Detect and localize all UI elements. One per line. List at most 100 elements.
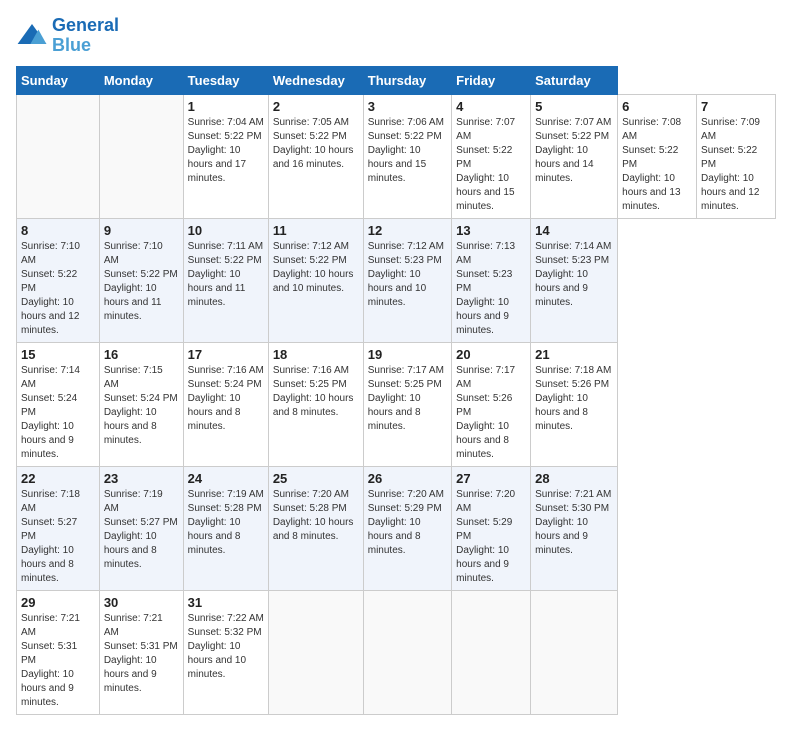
day-info: Sunrise: 7:16 AMSunset: 5:24 PMDaylight:…	[188, 364, 264, 434]
weekday-header-wednesday: Wednesday	[268, 66, 363, 94]
day-info: Sunrise: 7:08 AMSunset: 5:22 PMDaylight:…	[622, 116, 692, 214]
day-info: Sunrise: 7:14 AMSunset: 5:24 PMDaylight:…	[21, 364, 95, 462]
calendar-day-4: 4Sunrise: 7:07 AMSunset: 5:22 PMDaylight…	[452, 94, 531, 218]
calendar-day-30: 30Sunrise: 7:21 AMSunset: 5:31 PMDayligh…	[99, 590, 183, 714]
day-number: 20	[456, 347, 526, 362]
calendar-day-9: 9Sunrise: 7:10 AMSunset: 5:22 PMDaylight…	[99, 218, 183, 342]
calendar-table: SundayMondayTuesdayWednesdayThursdayFrid…	[16, 66, 776, 715]
calendar-day-21: 21 Sunrise: 7:18 AMSunset: 5:26 PMDayligh…	[531, 342, 618, 466]
weekday-header-thursday: Thursday	[363, 66, 451, 94]
day-info: Sunrise: 7:12 AMSunset: 5:23 PMDaylight:…	[368, 240, 447, 310]
day-number: 11	[273, 223, 359, 238]
calendar-day-1: 1 Sunrise: 7:04 AMSunset: 5:22 PMDaylight…	[183, 94, 268, 218]
day-number: 17	[188, 347, 264, 362]
day-number: 14	[535, 223, 613, 238]
calendar-day-2: 2 Sunrise: 7:05 AMSunset: 5:22 PMDaylight…	[268, 94, 363, 218]
calendar-day-23: 23 Sunrise: 7:19 AMSunset: 5:27 PMDayligh…	[99, 466, 183, 590]
calendar-day-29: 29 Sunrise: 7:21 AMSunset: 5:31 PMDayligh…	[17, 590, 100, 714]
day-info: Sunrise: 7:14 AMSunset: 5:23 PMDaylight:…	[535, 240, 613, 310]
day-number: 8	[21, 223, 95, 238]
day-info: Sunrise: 7:04 AMSunset: 5:22 PMDaylight:…	[188, 116, 264, 186]
calendar-day-22: 22Sunrise: 7:18 AMSunset: 5:27 PMDayligh…	[17, 466, 100, 590]
day-number: 5	[535, 99, 613, 114]
calendar-empty-cell	[452, 590, 531, 714]
calendar-week-2: 8 Sunrise: 7:10 AMSunset: 5:22 PMDaylight…	[17, 218, 776, 342]
day-info: Sunrise: 7:19 AMSunset: 5:28 PMDaylight:…	[188, 488, 264, 558]
calendar-day-11: 11 Sunrise: 7:12 AMSunset: 5:22 PMDayligh…	[268, 218, 363, 342]
weekday-header-saturday: Saturday	[531, 66, 618, 94]
day-info: Sunrise: 7:19 AMSunset: 5:27 PMDaylight:…	[104, 488, 179, 572]
day-info: Sunrise: 7:20 AMSunset: 5:29 PMDaylight:…	[368, 488, 447, 558]
day-info: Sunrise: 7:17 AMSunset: 5:25 PMDaylight:…	[368, 364, 447, 434]
calendar-week-5: 29 Sunrise: 7:21 AMSunset: 5:31 PMDayligh…	[17, 590, 776, 714]
day-number: 16	[104, 347, 179, 362]
calendar-day-10: 10 Sunrise: 7:11 AMSunset: 5:22 PMDayligh…	[183, 218, 268, 342]
calendar-week-1: 1 Sunrise: 7:04 AMSunset: 5:22 PMDaylight…	[17, 94, 776, 218]
day-number: 25	[273, 471, 359, 486]
day-info: Sunrise: 7:09 AMSunset: 5:22 PMDaylight:…	[701, 116, 771, 214]
calendar-empty-cell	[531, 590, 618, 714]
day-number: 26	[368, 471, 447, 486]
calendar-day-26: 26 Sunrise: 7:20 AMSunset: 5:29 PMDayligh…	[363, 466, 451, 590]
day-info: Sunrise: 7:21 AMSunset: 5:31 PMDaylight:…	[104, 612, 179, 696]
calendar-day-6: 6 Sunrise: 7:08 AMSunset: 5:22 PMDaylight…	[618, 94, 697, 218]
day-info: Sunrise: 7:20 AMSunset: 5:28 PMDaylight:…	[273, 488, 359, 544]
day-info: Sunrise: 7:18 AMSunset: 5:26 PMDaylight:…	[535, 364, 613, 434]
day-number: 9	[104, 223, 179, 238]
calendar-day-24: 24 Sunrise: 7:19 AMSunset: 5:28 PMDayligh…	[183, 466, 268, 590]
calendar-day-12: 12 Sunrise: 7:12 AMSunset: 5:23 PMDayligh…	[363, 218, 451, 342]
day-number: 21	[535, 347, 613, 362]
calendar-day-27: 27 Sunrise: 7:20 AMSunset: 5:29 PMDayligh…	[452, 466, 531, 590]
day-number: 12	[368, 223, 447, 238]
day-number: 24	[188, 471, 264, 486]
logo-text: General Blue	[52, 16, 119, 56]
day-number: 29	[21, 595, 95, 610]
calendar-day-8: 8 Sunrise: 7:10 AMSunset: 5:22 PMDaylight…	[17, 218, 100, 342]
day-info: Sunrise: 7:20 AMSunset: 5:29 PMDaylight:…	[456, 488, 526, 586]
calendar-week-4: 22Sunrise: 7:18 AMSunset: 5:27 PMDayligh…	[17, 466, 776, 590]
day-number: 22	[21, 471, 95, 486]
day-info: Sunrise: 7:22 AMSunset: 5:32 PMDaylight:…	[188, 612, 264, 682]
day-number: 31	[188, 595, 264, 610]
weekday-header-monday: Monday	[99, 66, 183, 94]
day-number: 27	[456, 471, 526, 486]
day-info: Sunrise: 7:21 AMSunset: 5:30 PMDaylight:…	[535, 488, 613, 558]
day-info: Sunrise: 7:06 AMSunset: 5:22 PMDaylight:…	[368, 116, 447, 186]
day-number: 18	[273, 347, 359, 362]
calendar-day-16: 16 Sunrise: 7:15 AMSunset: 5:24 PMDayligh…	[99, 342, 183, 466]
calendar-day-14: 14 Sunrise: 7:14 AMSunset: 5:23 PMDayligh…	[531, 218, 618, 342]
day-number: 2	[273, 99, 359, 114]
day-number: 28	[535, 471, 613, 486]
day-info: Sunrise: 7:21 AMSunset: 5:31 PMDaylight:…	[21, 612, 95, 710]
day-number: 15	[21, 347, 95, 362]
day-info: Sunrise: 7:10 AMSunset: 5:22 PMDaylight:…	[21, 240, 95, 338]
day-info: Sunrise: 7:16 AMSunset: 5:25 PMDaylight:…	[273, 364, 359, 420]
day-info: Sunrise: 7:11 AMSunset: 5:22 PMDaylight:…	[188, 240, 264, 310]
day-info: Sunrise: 7:15 AMSunset: 5:24 PMDaylight:…	[104, 364, 179, 448]
day-info: Sunrise: 7:13 AMSunset: 5:23 PMDaylight:…	[456, 240, 526, 338]
calendar-empty-cell	[17, 94, 100, 218]
calendar-day-31: 31 Sunrise: 7:22 AMSunset: 5:32 PMDayligh…	[183, 590, 268, 714]
calendar-day-7: 7Sunrise: 7:09 AMSunset: 5:22 PMDaylight…	[697, 94, 776, 218]
calendar-day-5: 5Sunrise: 7:07 AMSunset: 5:22 PMDaylight…	[531, 94, 618, 218]
day-info: Sunrise: 7:05 AMSunset: 5:22 PMDaylight:…	[273, 116, 359, 172]
calendar-day-17: 17 Sunrise: 7:16 AMSunset: 5:24 PMDayligh…	[183, 342, 268, 466]
calendar-day-18: 18 Sunrise: 7:16 AMSunset: 5:25 PMDayligh…	[268, 342, 363, 466]
day-number: 10	[188, 223, 264, 238]
calendar-empty-cell	[363, 590, 451, 714]
weekday-header-sunday: Sunday	[17, 66, 100, 94]
day-info: Sunrise: 7:07 AMSunset: 5:22 PMDaylight:…	[456, 116, 526, 214]
calendar-day-3: 3Sunrise: 7:06 AMSunset: 5:22 PMDaylight…	[363, 94, 451, 218]
calendar-day-13: 13Sunrise: 7:13 AMSunset: 5:23 PMDayligh…	[452, 218, 531, 342]
calendar-day-25: 25 Sunrise: 7:20 AMSunset: 5:28 PMDayligh…	[268, 466, 363, 590]
day-number: 23	[104, 471, 179, 486]
calendar-day-20: 20Sunrise: 7:17 AMSunset: 5:26 PMDayligh…	[452, 342, 531, 466]
weekday-header-tuesday: Tuesday	[183, 66, 268, 94]
day-number: 1	[188, 99, 264, 114]
day-number: 6	[622, 99, 692, 114]
logo: General Blue	[16, 16, 119, 56]
day-number: 19	[368, 347, 447, 362]
calendar-empty-cell	[268, 590, 363, 714]
calendar-week-3: 15 Sunrise: 7:14 AMSunset: 5:24 PMDayligh…	[17, 342, 776, 466]
day-info: Sunrise: 7:12 AMSunset: 5:22 PMDaylight:…	[273, 240, 359, 296]
